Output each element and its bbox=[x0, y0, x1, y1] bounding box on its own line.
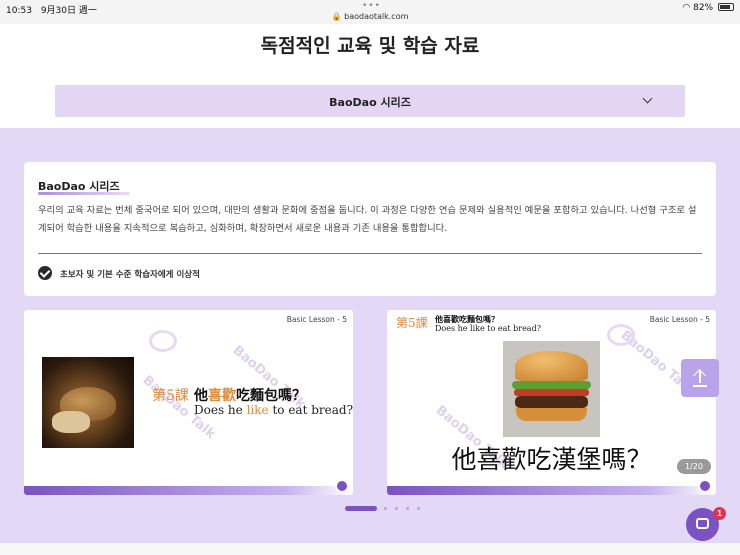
english-part: Does he bbox=[194, 403, 247, 417]
lesson-label: 第5課 bbox=[152, 388, 189, 404]
card-divider bbox=[38, 253, 702, 254]
chat-notification-badge: 1 bbox=[713, 507, 726, 520]
chinese-part: 他 bbox=[194, 388, 208, 404]
pagination-dot[interactable] bbox=[395, 507, 398, 510]
english-part: to eat bread? bbox=[268, 403, 353, 417]
slide-counter: 1/20 bbox=[677, 459, 711, 474]
bottom-strip bbox=[0, 543, 740, 555]
check-item-label: 초보자 및 기본 수준 학습자에게 이상적 bbox=[60, 270, 200, 280]
lesson-tag: Basic Lesson - 5 bbox=[286, 315, 347, 324]
arrow-up-icon bbox=[693, 385, 707, 387]
bread-image bbox=[42, 357, 134, 448]
battery-icon bbox=[718, 3, 734, 11]
slide-footer-bar bbox=[387, 486, 716, 495]
hamburger-image bbox=[503, 341, 600, 437]
chinese-sentence: 他喜歡吃麵包嗎？ bbox=[194, 385, 306, 405]
watermark-logo bbox=[149, 330, 177, 352]
english-sentence: Does he like to eat bread? bbox=[435, 324, 541, 333]
lock-icon: 🔒 bbox=[331, 12, 342, 21]
status-right: ◠ 82% bbox=[682, 3, 734, 13]
status-bar: 10:53 9月30日 週一 ••• 🔒 baodaotalk.com ◠ 82… bbox=[0, 0, 740, 24]
lettuce bbox=[512, 381, 591, 389]
lesson-label: 第5課 bbox=[396, 316, 428, 330]
pagination-dot-active[interactable] bbox=[345, 506, 377, 511]
check-circle-icon bbox=[38, 266, 52, 280]
english-sentence: Does he like to eat bread? bbox=[194, 403, 353, 417]
lesson-tag: Basic Lesson - 5 bbox=[649, 315, 710, 324]
english-highlight: like bbox=[246, 403, 269, 417]
wifi-icon: ◠ bbox=[682, 3, 691, 13]
scroll-to-top-button[interactable] bbox=[681, 359, 719, 397]
baodao-logo-icon bbox=[698, 479, 712, 493]
card-description: 우리의 교육 자료는 번체 중국어로 되어 있으며, 대만의 생활과 문화에 중… bbox=[38, 205, 697, 234]
card-title: BaoDao 시리즈 bbox=[38, 180, 120, 193]
url-text: baodaotalk.com bbox=[344, 12, 409, 21]
chinese-highlight: 喜歡 bbox=[208, 388, 236, 404]
tomato bbox=[514, 389, 589, 396]
bun-bottom bbox=[516, 408, 587, 421]
big-sentence: 他喜歡吃漢堡嗎？ bbox=[451, 445, 652, 474]
chinese-part: 吃麵包嗎？ bbox=[236, 388, 306, 404]
battery-percent: 82% bbox=[693, 3, 714, 13]
lesson-slide-1[interactable]: BaoDao Talk BaoDao Talk Basic Lesson - 5… bbox=[24, 310, 353, 495]
pagination-dot[interactable] bbox=[406, 507, 409, 510]
lesson-slide-2[interactable]: BaoDao Talk BaoDao Talk Basic Lesson - 5… bbox=[387, 310, 716, 495]
pagination-dot[interactable] bbox=[417, 507, 420, 510]
baodao-logo-icon bbox=[335, 479, 349, 493]
series-dropdown[interactable]: BaoDao 시리즈 bbox=[55, 85, 685, 117]
multitask-dots[interactable]: ••• bbox=[362, 1, 381, 11]
series-dropdown-value: BaoDao 시리즈 bbox=[329, 96, 411, 109]
series-info-card: BaoDao 시리즈 우리의 교육 자료는 번체 중국어로 되어 있으며, 대만… bbox=[24, 162, 716, 296]
address-bar[interactable]: 🔒 baodaotalk.com bbox=[0, 12, 740, 21]
bun-top bbox=[515, 351, 588, 381]
chat-icon bbox=[696, 518, 709, 529]
slide-footer-bar bbox=[24, 486, 353, 495]
patty bbox=[515, 396, 588, 408]
pagination-dot[interactable] bbox=[384, 507, 387, 510]
page-title: 독점적인 교육 및 학습 자료 bbox=[260, 35, 480, 57]
